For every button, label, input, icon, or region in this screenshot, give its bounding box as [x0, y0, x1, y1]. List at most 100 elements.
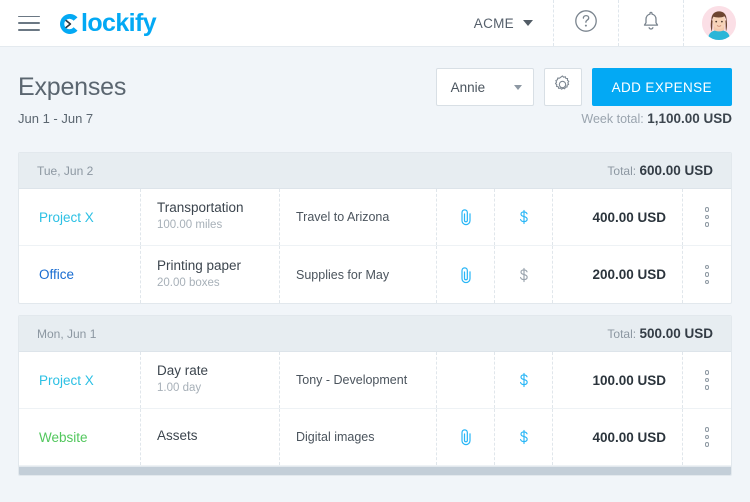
table-row[interactable]: Project X Day rate 1.00 day Tony - Devel…	[19, 352, 731, 409]
row-project-cell[interactable]: Project X	[19, 352, 141, 408]
category-name: Printing paper	[157, 257, 242, 273]
group-date: Mon, Jun 1	[37, 326, 97, 341]
user-filter-dropdown[interactable]: Annie	[435, 68, 534, 106]
group-total-value: 500.00 USD	[639, 326, 713, 341]
bell-icon	[639, 9, 663, 38]
row-menu-cell[interactable]	[683, 409, 731, 465]
page-header-actions: Annie ADD EXPENSE	[435, 68, 732, 106]
brand-text: lockify	[81, 8, 157, 37]
row-category-cell[interactable]: Transportation 100.00 miles	[141, 189, 280, 245]
paperclip-icon[interactable]	[456, 265, 476, 285]
group-total: Total: 600.00 USD	[607, 163, 713, 178]
top-navigation-bar: lockify ACME	[0, 0, 750, 47]
workspace-name: ACME	[473, 15, 514, 31]
workspace-switcher[interactable]: ACME	[454, 0, 553, 46]
expense-amount: 400.00 USD	[592, 429, 666, 445]
page-title: Expenses	[18, 72, 127, 101]
expense-note: Travel to Arizona	[296, 210, 390, 224]
row-category-cell[interactable]: Printing paper 20.00 boxes	[141, 246, 280, 303]
gear-icon	[552, 74, 573, 100]
row-note-cell[interactable]: Digital images	[280, 409, 437, 465]
kebab-menu-icon[interactable]	[704, 427, 710, 447]
category-name: Assets	[157, 428, 198, 444]
project-link[interactable]: Project X	[39, 210, 124, 225]
category-name: Transportation	[157, 200, 244, 216]
group-date: Tue, Jun 2	[37, 163, 94, 178]
category-name: Day rate	[157, 363, 209, 379]
page-header: Expenses Annie ADD EXPENSE	[18, 47, 732, 107]
row-attachment-cell[interactable]	[437, 189, 495, 245]
group-total-label: Total:	[607, 327, 637, 341]
dollar-icon[interactable]	[514, 370, 534, 390]
group-total: Total: 500.00 USD	[607, 326, 713, 341]
week-total-value: 1,100.00 USD	[647, 111, 732, 126]
expense-note: Tony - Development	[296, 373, 408, 387]
row-menu-cell[interactable]	[683, 352, 731, 408]
expense-amount: 400.00 USD	[592, 209, 666, 225]
horizontal-scrollbar[interactable]	[19, 466, 731, 475]
group-header: Mon, Jun 1 Total: 500.00 USD	[19, 316, 731, 352]
row-amount-cell[interactable]: 100.00 USD	[553, 352, 683, 408]
expense-note: Digital images	[296, 430, 375, 444]
row-note-cell[interactable]: Supplies for May	[280, 246, 437, 303]
row-attachment-cell[interactable]	[437, 246, 495, 303]
row-project-cell[interactable]: Office	[19, 246, 141, 303]
expense-group-card: Mon, Jun 1 Total: 500.00 USD Project X D…	[18, 315, 732, 476]
week-total: Week total: 1,100.00 USD	[581, 111, 732, 126]
row-project-cell[interactable]: Project X	[19, 189, 141, 245]
expense-note: Supplies for May	[296, 267, 390, 282]
row-menu-cell[interactable]	[683, 246, 731, 303]
table-row[interactable]: Project X Transportation 100.00 miles Tr…	[19, 189, 731, 246]
kebab-menu-icon[interactable]	[704, 264, 710, 285]
kebab-menu-icon[interactable]	[704, 370, 710, 390]
row-category-cell[interactable]: Assets	[141, 409, 280, 465]
clockify-logo[interactable]: lockify	[58, 8, 157, 37]
chevron-down-icon	[523, 20, 533, 26]
row-billable-cell[interactable]	[495, 246, 553, 303]
row-project-cell[interactable]: Website	[19, 409, 141, 465]
row-note-cell[interactable]: Travel to Arizona	[280, 189, 437, 245]
paperclip-icon[interactable]	[456, 427, 476, 447]
project-link[interactable]: Project X	[39, 373, 124, 388]
row-note-cell[interactable]: Tony - Development	[280, 352, 437, 408]
user-filter-value: Annie	[450, 79, 486, 95]
paperclip-icon[interactable]	[456, 207, 476, 227]
user-menu-button[interactable]	[683, 0, 750, 46]
row-billable-cell[interactable]	[495, 409, 553, 465]
category-quantity: 20.00 boxes	[157, 276, 220, 289]
group-total-label: Total:	[607, 164, 637, 178]
dollar-icon[interactable]	[514, 427, 534, 447]
row-amount-cell[interactable]: 400.00 USD	[553, 409, 683, 465]
category-quantity: 100.00 miles	[157, 219, 223, 232]
settings-button[interactable]	[543, 68, 582, 106]
notifications-button[interactable]	[618, 0, 683, 46]
chevron-down-icon	[513, 84, 522, 90]
avatar	[702, 6, 736, 40]
table-row[interactable]: Office Printing paper 20.00 boxes Suppli…	[19, 246, 731, 303]
row-category-cell[interactable]: Day rate 1.00 day	[141, 352, 280, 408]
row-amount-cell[interactable]: 400.00 USD	[553, 189, 683, 245]
project-link[interactable]: Website	[39, 430, 124, 445]
dollar-icon[interactable]	[514, 265, 534, 285]
row-attachment-cell[interactable]	[437, 409, 495, 465]
row-amount-cell[interactable]: 200.00 USD	[553, 246, 683, 303]
kebab-menu-icon[interactable]	[704, 207, 710, 227]
add-expense-button[interactable]: ADD EXPENSE	[591, 68, 732, 106]
category-quantity: 1.00 day	[157, 382, 202, 395]
expense-amount: 200.00 USD	[592, 267, 666, 282]
row-attachment-cell[interactable]	[437, 352, 495, 408]
row-billable-cell[interactable]	[495, 352, 553, 408]
hamburger-menu-icon[interactable]	[18, 15, 40, 31]
project-link[interactable]: Office	[39, 267, 124, 282]
topbar-right-actions: ACME	[454, 0, 750, 46]
dollar-icon[interactable]	[514, 207, 534, 227]
row-billable-cell[interactable]	[495, 189, 553, 245]
row-menu-cell[interactable]	[683, 189, 731, 245]
table-row[interactable]: Website Assets Digital images 400.00 USD	[19, 409, 731, 466]
date-range-picker[interactable]: Jun 1 - Jun 7	[18, 111, 93, 126]
group-total-value: 600.00 USD	[639, 163, 713, 178]
page-body: Expenses Annie ADD EXPENSE Jun 1 - Jun 7…	[0, 47, 750, 476]
week-total-label: Week total:	[581, 112, 644, 126]
subheader: Jun 1 - Jun 7 Week total: 1,100.00 USD	[18, 107, 732, 141]
help-button[interactable]	[553, 0, 618, 46]
